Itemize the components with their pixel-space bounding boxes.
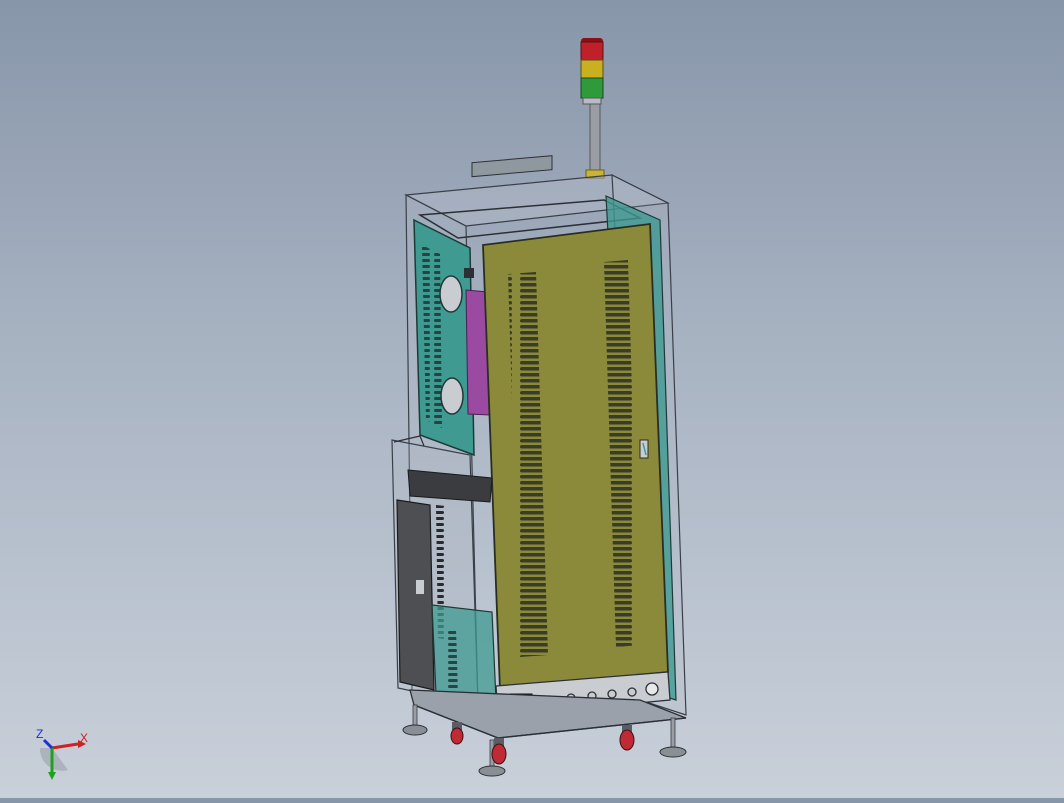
- front-door[interactable]: [482, 222, 669, 691]
- coordinate-triad[interactable]: X Z: [36, 727, 88, 780]
- top-bracket: [471, 155, 553, 178]
- beacon-red-light: [580, 41, 604, 61]
- beacon-pole: [589, 99, 601, 173]
- fan-hole-lower: [440, 377, 464, 415]
- leveling-foot: [659, 717, 687, 758]
- connector-port-large[interactable]: [645, 682, 659, 696]
- drawer-tray: [407, 469, 493, 503]
- fan-clip: [464, 268, 474, 278]
- caster-wheel: [450, 722, 464, 745]
- fan-hole-upper: [439, 275, 463, 313]
- beacon-yellow-light: [580, 59, 604, 79]
- signal-tower[interactable]: [580, 38, 605, 179]
- triad-plane: [39, 748, 68, 771]
- lower-panel-latch[interactable]: [416, 580, 424, 594]
- x-axis-arrow: [51, 742, 79, 750]
- cad-scene[interactable]: X Z: [0, 0, 1064, 798]
- lower-teal-vents: [444, 628, 458, 690]
- x-axis-label: X: [80, 731, 88, 745]
- beacon-collar: [582, 97, 602, 105]
- y-axis-arrowhead: [48, 772, 56, 780]
- caster-wheel: [619, 725, 635, 751]
- upper-side-panel[interactable]: [413, 218, 475, 457]
- z-axis-label: Z: [36, 727, 43, 741]
- lower-compartment[interactable]: [391, 435, 497, 706]
- lower-teal-panel: [431, 604, 497, 701]
- z-axis-arrow: [42, 738, 54, 750]
- lower-dark-panel: [396, 499, 435, 691]
- caster-wheel: [491, 738, 507, 765]
- beacon-green-light: [580, 77, 604, 99]
- leveling-foot: [402, 704, 428, 736]
- 3d-model-viewport[interactable]: X Z: [0, 0, 1064, 798]
